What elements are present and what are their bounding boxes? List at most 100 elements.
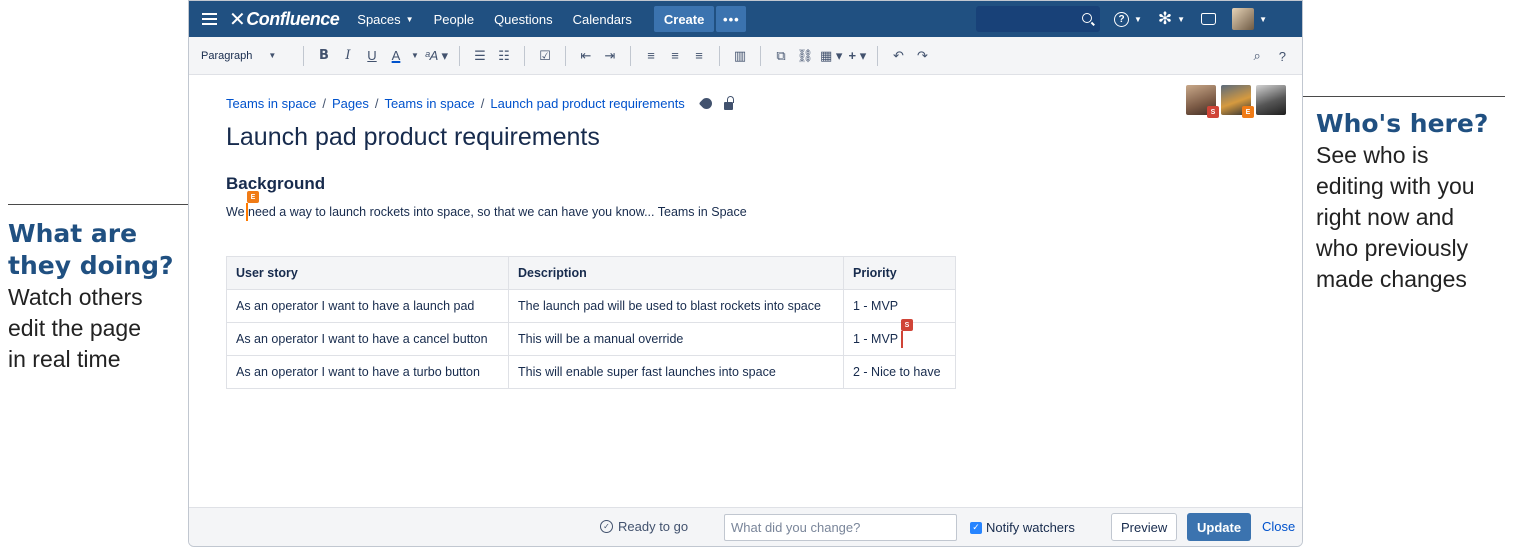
editor-cursor-badge-s: S	[901, 319, 913, 331]
align-left-icon[interactable]: ≡	[642, 44, 660, 68]
editor-cursor-e	[246, 203, 248, 221]
breadcrumb-separator: /	[322, 96, 326, 111]
insert-file-icon[interactable]: ⧉	[772, 44, 790, 68]
bold-icon[interactable]: B	[315, 44, 333, 68]
left-callout: What are they doing? Watch others edit t…	[8, 218, 183, 375]
menu-icon[interactable]	[189, 1, 229, 37]
editor-toolbar: Paragraph ▼ B I U A ▼ ᵃA ▾ ☰ ☷ ☑ ⇤ ⇥ ≡ ≡…	[189, 37, 1302, 75]
change-comment-input[interactable]	[724, 514, 957, 541]
text-color-chevron-icon[interactable]: ▼	[411, 44, 419, 68]
left-callout-body-3: in real time	[8, 346, 121, 372]
left-callout-title-1: What are	[8, 219, 138, 248]
right-callout-body-5: made changes	[1316, 266, 1467, 292]
breadcrumb-item[interactable]: Teams in space	[226, 96, 316, 111]
help-shortcuts-icon[interactable]: ?	[1279, 49, 1286, 64]
paragraph-style-label: Paragraph	[201, 49, 253, 62]
top-nav: ✕ Confluence Spaces ▼ People Questions C…	[189, 1, 1302, 37]
table-row: As an operator I want to have a turbo bu…	[226, 355, 956, 389]
section-heading[interactable]: Background	[226, 173, 1266, 195]
paragraph-style-select[interactable]: Paragraph ▼	[201, 50, 295, 62]
table-header-row: User story Description Priority	[226, 256, 956, 290]
save-status-text: Ready to go	[618, 519, 689, 534]
notifications-button[interactable]	[1201, 13, 1217, 25]
chevron-down-icon: ▼	[1177, 14, 1186, 24]
table-cell-priority[interactable]: 1 - MVP S	[843, 319, 956, 356]
table-cell[interactable]: As an operator I want to have a cancel b…	[226, 322, 509, 356]
table-cell[interactable]: As an operator I want to have a turbo bu…	[226, 355, 509, 389]
page-layout-icon[interactable]: ▥	[731, 44, 749, 68]
breadcrumb-item[interactable]: Launch pad product requirements	[490, 96, 684, 111]
table-header[interactable]: User story	[226, 256, 509, 290]
left-callout-body-1: Watch others	[8, 284, 143, 310]
update-button[interactable]: Update	[1187, 513, 1252, 541]
unlock-icon[interactable]	[723, 95, 734, 110]
table-cell[interactable]: 1 - MVP	[843, 289, 956, 323]
breadcrumb-item[interactable]: Teams in space	[384, 96, 474, 111]
preview-button[interactable]: Preview	[1111, 513, 1178, 541]
table-header[interactable]: Description	[508, 256, 844, 290]
toolbar-divider	[524, 45, 525, 66]
undo-icon[interactable]: ↶	[889, 44, 907, 68]
settings-menu[interactable]: ✻ ▼	[1158, 9, 1185, 29]
tag-icon[interactable]	[698, 95, 715, 112]
align-right-icon[interactable]: ≡	[690, 44, 708, 68]
table-cell[interactable]: The launch pad will be used to blast roc…	[508, 289, 844, 323]
nav-spaces[interactable]: Spaces ▼	[347, 1, 423, 37]
confluence-logo[interactable]: ✕ Confluence	[229, 7, 340, 32]
nav-people[interactable]: People	[424, 1, 484, 37]
chevron-down-icon: ▼	[268, 51, 277, 60]
table-cell[interactable]: 2 - Nice to have	[843, 355, 956, 389]
body-paragraph[interactable]: We need a way to launch rockets into spa…	[226, 191, 1266, 221]
table-cell[interactable]: This will enable super fast launches int…	[508, 355, 844, 389]
nav-right: ? ▼ ✻ ▼ ▼	[1114, 1, 1283, 37]
close-link[interactable]: Close	[1262, 519, 1295, 534]
table-header[interactable]: Priority	[843, 256, 956, 290]
italic-icon[interactable]: I	[339, 44, 357, 68]
chevron-down-icon: ▼	[1259, 14, 1268, 24]
breadcrumb-icons	[698, 95, 734, 112]
table-icon[interactable]: ▦ ▾	[820, 44, 842, 68]
right-callout-body-4: who previously	[1316, 235, 1469, 261]
redo-icon[interactable]: ↷	[913, 44, 931, 68]
bullet-list-icon[interactable]: ☰	[471, 44, 489, 68]
page-title[interactable]: Launch pad product requirements	[226, 121, 1266, 153]
outdent-icon[interactable]: ⇤	[577, 44, 595, 68]
numbered-list-icon[interactable]: ☷	[495, 44, 513, 68]
chevron-down-icon: ▼	[1134, 14, 1142, 24]
notify-watchers-toggle[interactable]: ✓ Notify watchers	[970, 520, 1075, 535]
task-list-icon[interactable]: ☑	[536, 44, 554, 68]
right-callout-body-1: See who is	[1316, 142, 1429, 168]
inbox-icon	[1201, 13, 1217, 25]
user-menu[interactable]: ▼	[1232, 8, 1267, 30]
create-button[interactable]: Create	[653, 6, 715, 32]
table-cell[interactable]: As an operator I want to have a launch p…	[226, 289, 509, 323]
table-cell[interactable]: This will be a manual override	[508, 322, 844, 356]
notify-watchers-checkbox[interactable]: ✓	[970, 521, 982, 534]
align-center-icon[interactable]: ≡	[666, 44, 684, 68]
font-size-icon[interactable]: ᵃA ▾	[425, 44, 448, 68]
right-callout-title: Who's here?	[1316, 109, 1489, 138]
gear-icon: ✻	[1157, 9, 1173, 28]
breadcrumb-item[interactable]: Pages	[332, 96, 369, 111]
link-icon[interactable]: ⛓	[796, 44, 814, 68]
underline-icon[interactable]: U	[363, 44, 381, 68]
insert-more-icon[interactable]: + ▾	[848, 44, 867, 68]
find-replace-icon[interactable]: ⌕	[1253, 48, 1260, 64]
toolbar-divider	[630, 45, 631, 66]
nav-questions[interactable]: Questions	[484, 1, 563, 37]
editor-footer: ✓ Ready to go ✓ Notify watchers Preview …	[189, 507, 1302, 546]
body-text: We need a way to launch rockets into spa…	[226, 205, 747, 219]
more-button[interactable]: •••	[716, 6, 747, 32]
toolbar-divider	[303, 45, 304, 66]
help-menu[interactable]: ? ▼	[1114, 11, 1142, 27]
nav-calendars[interactable]: Calendars	[563, 1, 642, 37]
toolbar-divider	[459, 45, 460, 66]
help-icon: ?	[1114, 11, 1129, 27]
table-row: As an operator I want to have a cancel b…	[226, 319, 956, 356]
search-icon	[1082, 13, 1092, 23]
left-callout-title-2: they doing?	[8, 251, 174, 280]
search-input[interactable]	[976, 6, 1100, 32]
indent-icon[interactable]: ⇥	[601, 44, 619, 68]
text-color-icon[interactable]: A	[387, 44, 405, 68]
editor-cursor-s	[901, 331, 903, 348]
